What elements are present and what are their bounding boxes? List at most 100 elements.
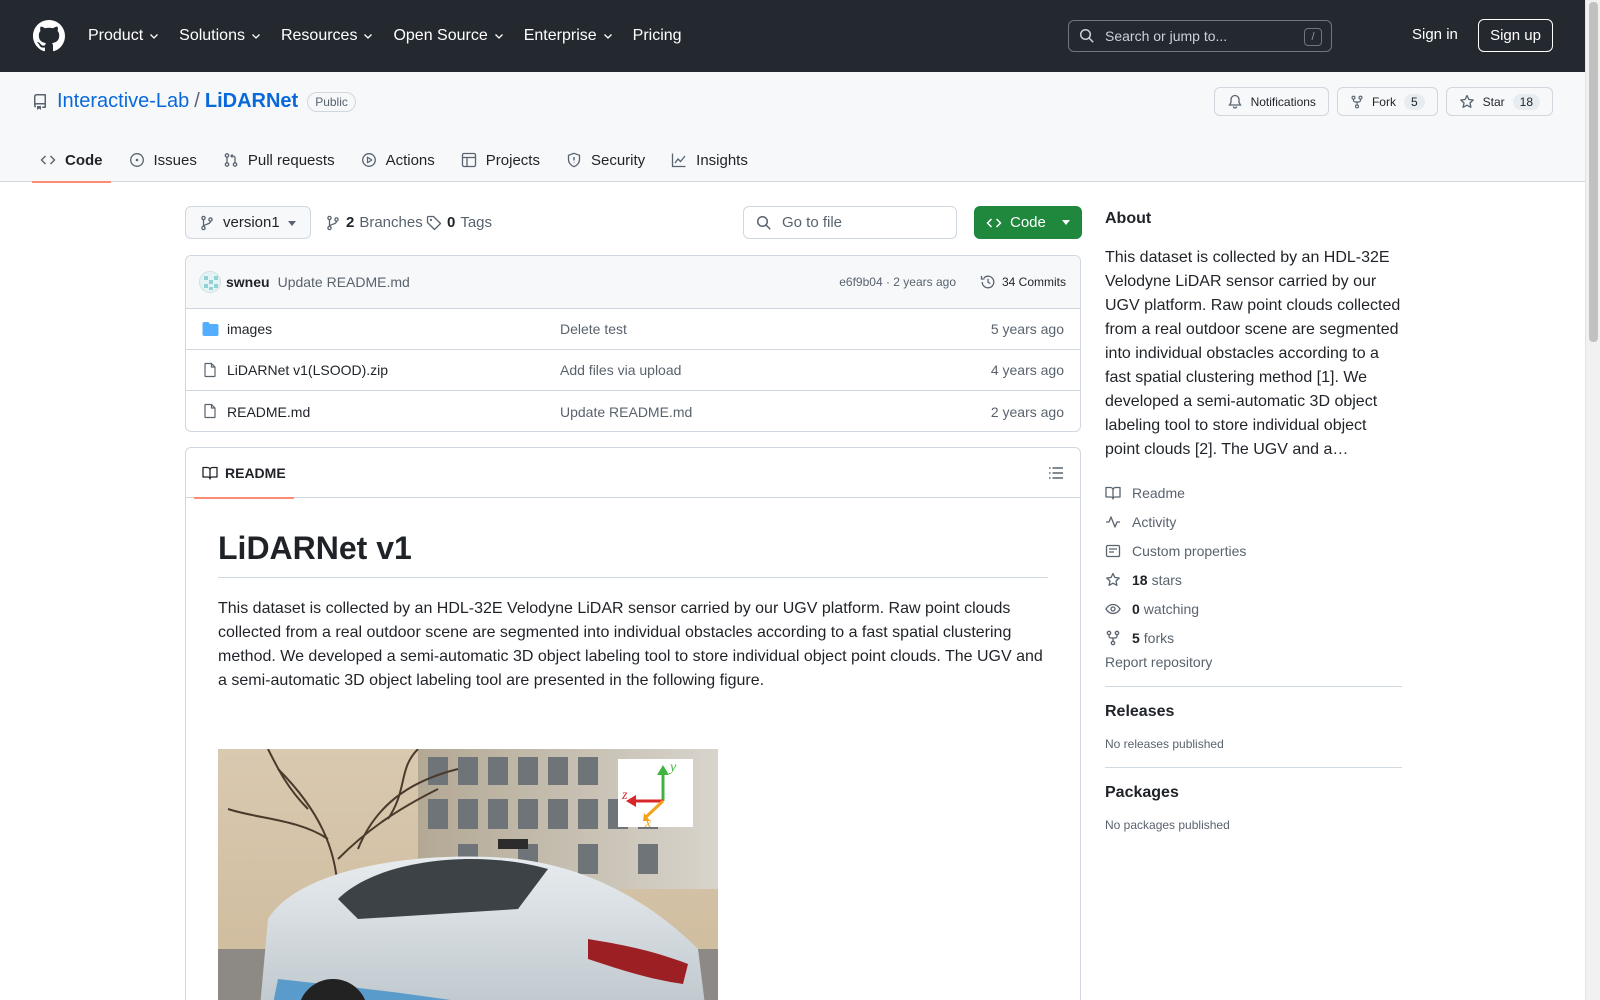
- forks-count: 5: [1132, 629, 1140, 646]
- readme-link[interactable]: Readme: [1105, 478, 1402, 507]
- graph-icon: [672, 153, 686, 168]
- book-icon: [202, 466, 218, 480]
- watching-link[interactable]: 0 watching: [1105, 594, 1402, 623]
- file-commit-date: 2 years ago: [990, 403, 1064, 420]
- commit-history-link[interactable]: 34 Commits: [980, 274, 1066, 290]
- stars-count: 18: [1132, 571, 1148, 588]
- axis-label-y: y: [668, 760, 677, 775]
- avatar[interactable]: [199, 271, 221, 293]
- pulse-icon: [1106, 515, 1120, 528]
- go-to-file-input[interactable]: Go to file: [743, 206, 957, 239]
- divider: [1105, 767, 1402, 768]
- releases-empty-text: No releases published: [1105, 737, 1224, 751]
- code-download-button[interactable]: Code: [974, 206, 1082, 239]
- ugv-photo-illustration: y z x: [218, 749, 718, 1000]
- folder-icon: [202, 322, 219, 336]
- table-icon: [461, 152, 476, 168]
- readme-title: LiDARNet v1: [218, 530, 1048, 578]
- about-links: Readme Activity Custom properties 18 sta…: [1105, 478, 1402, 652]
- file-commit-message[interactable]: Add files via upload: [560, 362, 681, 378]
- tab-issues[interactable]: Issues: [121, 138, 205, 182]
- bell-icon: [1227, 94, 1242, 109]
- chevron-down-icon: [150, 34, 159, 39]
- repo-name-link[interactable]: LiDARNet: [205, 90, 298, 113]
- nav-solutions[interactable]: Solutions: [179, 27, 262, 45]
- shield-icon: [567, 152, 581, 168]
- repository-header: Interactive-Lab / LiDARNet Public Notifi…: [0, 72, 1585, 183]
- file-row-zip[interactable]: LiDARNet v1(LSOOD).zip Add files via upl…: [186, 350, 1080, 391]
- notifications-label: Notifications: [1250, 94, 1316, 109]
- github-logo-icon[interactable]: [33, 20, 65, 52]
- tab-label: Issues: [153, 151, 197, 169]
- search-icon: [1079, 28, 1094, 43]
- commit-count-label: 34 Commits: [1001, 275, 1066, 289]
- outline-list-icon[interactable]: [1048, 465, 1064, 481]
- file-row-readme[interactable]: README.md Update README.md 2 years ago: [186, 391, 1080, 431]
- file-row-images[interactable]: images Delete test 5 years ago: [186, 309, 1080, 350]
- divider: [1105, 686, 1402, 687]
- commit-message-link[interactable]: Update README.md: [278, 274, 410, 290]
- commit-hash-and-time[interactable]: e6f9b04 · 2 years ago: [839, 275, 956, 289]
- tab-projects[interactable]: Projects: [453, 138, 548, 182]
- nav-label: Enterprise: [523, 27, 597, 44]
- repo-owner-link[interactable]: Interactive-Lab: [57, 90, 189, 113]
- releases-heading[interactable]: Releases: [1105, 703, 1402, 721]
- tab-pull-requests[interactable]: Pull requests: [215, 138, 343, 182]
- tab-label: Code: [65, 151, 103, 169]
- file-commit-message[interactable]: Delete test: [560, 321, 627, 337]
- tab-insights[interactable]: Insights: [663, 138, 756, 182]
- packages-heading[interactable]: Packages: [1105, 784, 1402, 802]
- file-name-link[interactable]: LiDARNet v1(LSOOD).zip: [227, 362, 388, 378]
- global-search-input[interactable]: Search or jump to... /: [1068, 20, 1332, 52]
- tab-security[interactable]: Security: [558, 138, 653, 182]
- fork-button[interactable]: Fork 5: [1336, 87, 1438, 116]
- activity-link[interactable]: Activity: [1105, 507, 1402, 536]
- branches-link[interactable]: 2 Branches: [325, 206, 423, 239]
- play-icon: [361, 153, 376, 167]
- nav-enterprise[interactable]: Enterprise: [524, 27, 614, 45]
- book-icon: [1105, 486, 1121, 500]
- nav-label: Product: [88, 27, 144, 44]
- tab-label: Pull requests: [247, 151, 335, 169]
- tab-label: Actions: [385, 151, 435, 169]
- fork-label: Fork: [1371, 94, 1396, 109]
- tab-actions[interactable]: Actions: [353, 138, 443, 182]
- file-name-link[interactable]: README.md: [227, 404, 310, 420]
- notifications-button[interactable]: Notifications: [1213, 87, 1329, 116]
- star-button[interactable]: Star 18: [1445, 87, 1553, 116]
- global-header: Product Solutions Resources Open Source …: [0, 0, 1585, 72]
- sign-up-button[interactable]: Sign up: [1478, 19, 1553, 52]
- readme-tab-label: README: [225, 465, 286, 481]
- file-name-link[interactable]: images: [227, 321, 272, 337]
- fork-count: 5: [1403, 93, 1425, 110]
- forks-link[interactable]: 5 forks: [1105, 623, 1402, 652]
- tags-link[interactable]: 0 Tags: [426, 206, 492, 239]
- sign-in-link[interactable]: Sign in: [1412, 26, 1458, 43]
- branch-selector[interactable]: version1: [185, 206, 311, 239]
- repo-path-separator: /: [194, 90, 200, 112]
- report-repository-link[interactable]: Report repository: [1105, 654, 1402, 670]
- commit-author-link[interactable]: swneu: [226, 274, 270, 290]
- nav-pricing[interactable]: Pricing: [633, 27, 682, 45]
- custom-properties-link[interactable]: Custom properties: [1105, 536, 1402, 565]
- tab-code[interactable]: Code: [32, 138, 111, 183]
- about-sidebar: About This dataset is collected by an HD…: [1105, 210, 1402, 832]
- search-shortcut-key: /: [1304, 28, 1322, 46]
- nav-resources[interactable]: Resources: [281, 27, 374, 45]
- code-button-label: Code: [1010, 214, 1046, 231]
- activity-link-label: Activity: [1132, 513, 1177, 530]
- file-icon: [204, 403, 216, 419]
- scrollbar-thumb[interactable]: [1589, 2, 1598, 342]
- nav-label: Open Source: [393, 27, 488, 44]
- stars-label: stars: [1151, 571, 1182, 588]
- tab-label: Insights: [696, 151, 748, 169]
- file-commit-message[interactable]: Update README.md: [560, 404, 692, 420]
- nav-open-source[interactable]: Open Source: [393, 27, 504, 45]
- axis-label-z: z: [621, 788, 628, 803]
- readme-tab[interactable]: README: [194, 448, 294, 499]
- page-scrollbar[interactable]: [1585, 0, 1600, 1000]
- nav-label: Pricing: [632, 27, 682, 44]
- stars-link[interactable]: 18 stars: [1105, 565, 1402, 594]
- chevron-down-icon: [494, 34, 503, 39]
- nav-product[interactable]: Product: [88, 27, 160, 45]
